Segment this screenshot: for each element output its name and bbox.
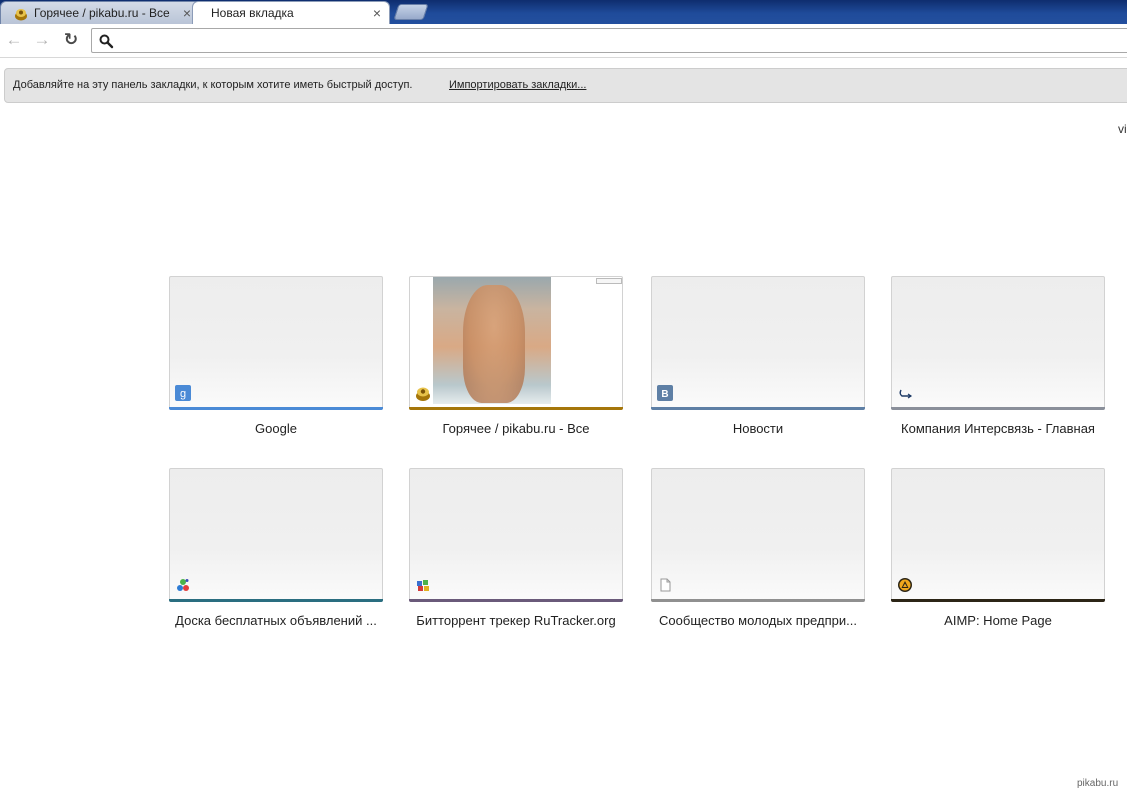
- most-visited-tile[interactable]: g Google: [169, 276, 383, 436]
- svg-text:B: B: [661, 389, 668, 400]
- most-visited-tile[interactable]: Сообщество молодых предпри...: [651, 468, 865, 628]
- tile-accent-bar: [409, 599, 623, 602]
- watermark: pikabu.ru: [1077, 778, 1119, 789]
- tile-accent-bar: [651, 407, 865, 410]
- thumbnail-image: [433, 277, 551, 404]
- tile-accent-bar: [169, 407, 383, 410]
- tile-thumbnail: [891, 276, 1105, 410]
- tab-title: Горячее / pikabu.ru - Все: [34, 6, 170, 20]
- rutracker-icon: [415, 577, 431, 593]
- tile-accent-bar: [891, 599, 1105, 602]
- toolbar: ← → ↻: [0, 24, 1127, 58]
- tile-label: Сообщество молодых предпри...: [659, 613, 857, 628]
- tile-label: Доска бесплатных объявлений ...: [175, 613, 377, 628]
- tile-thumbnail: [409, 468, 623, 602]
- vk-icon: B: [657, 385, 673, 401]
- google-g-icon: g: [175, 385, 191, 401]
- new-tab-button[interactable]: [393, 4, 429, 20]
- reload-icon[interactable]: ↻: [61, 30, 81, 50]
- tile-label: Google: [255, 421, 297, 436]
- tile-thumbnail: [169, 468, 383, 602]
- most-visited-tile[interactable]: Доска бесплатных объявлений ...: [169, 468, 383, 628]
- forward-icon[interactable]: →: [32, 30, 52, 50]
- omnibox[interactable]: [91, 28, 1127, 53]
- tile-thumbnail: [409, 276, 623, 410]
- pikabu-icon: [14, 6, 28, 21]
- tile-label: Горячее / pikabu.ru - Все: [442, 421, 590, 436]
- tile-thumbnail: [891, 468, 1105, 602]
- tile-thumbnail: [651, 276, 865, 410]
- close-icon[interactable]: ×: [373, 2, 381, 24]
- tile-label: Компания Интерсвязь - Главная: [901, 421, 1095, 436]
- most-visited-tile[interactable]: B Новости: [651, 276, 865, 436]
- intersvyaz-icon: [897, 385, 913, 401]
- most-visited-tile[interactable]: Горячее / pikabu.ru - Все: [409, 276, 623, 436]
- svg-text:g: g: [180, 388, 186, 400]
- most-visited-tile[interactable]: Компания Интерсвязь - Главная: [891, 276, 1105, 436]
- corner-link[interactable]: vi: [1118, 122, 1127, 136]
- tile-accent-bar: [409, 407, 623, 410]
- most-visited-tile[interactable]: AIMP: Home Page: [891, 468, 1105, 628]
- tile-accent-bar: [651, 599, 865, 602]
- tab-strip: Горячее / pikabu.ru - Все × Новая вкладк…: [0, 0, 1127, 24]
- thumbnail-controls: [596, 278, 622, 284]
- tab-new-tab[interactable]: Новая вкладка ×: [192, 1, 390, 24]
- search-icon: [98, 33, 114, 49]
- bookmark-bar: Добавляйте на эту панель закладки, к кот…: [4, 68, 1127, 103]
- tile-label: Битторрент трекер RuTracker.org: [416, 613, 616, 628]
- tile-accent-bar: [891, 407, 1105, 410]
- most-visited-tile[interactable]: Битторрент трекер RuTracker.org: [409, 468, 623, 628]
- tab-pikabu[interactable]: Горячее / pikabu.ru - Все ×: [0, 1, 200, 24]
- tile-accent-bar: [169, 599, 383, 602]
- tile-thumbnail: [169, 276, 383, 410]
- address-input[interactable]: [118, 31, 1118, 50]
- tile-label: Новости: [732, 421, 784, 436]
- tile-thumbnail: [651, 468, 865, 602]
- tile-label: AIMP: Home Page: [944, 613, 1052, 628]
- tab-title: Новая вкладка: [211, 6, 294, 20]
- aimp-icon: [897, 577, 913, 593]
- avito-icon: [175, 577, 191, 593]
- close-icon[interactable]: ×: [183, 2, 191, 24]
- page-icon: [657, 577, 673, 593]
- back-icon[interactable]: ←: [4, 30, 24, 50]
- pikabu-icon: [415, 385, 431, 401]
- import-bookmarks-link[interactable]: Импортировать закладки...: [449, 79, 586, 91]
- bookmark-bar-message: Добавляйте на эту панель закладки, к кот…: [13, 79, 413, 91]
